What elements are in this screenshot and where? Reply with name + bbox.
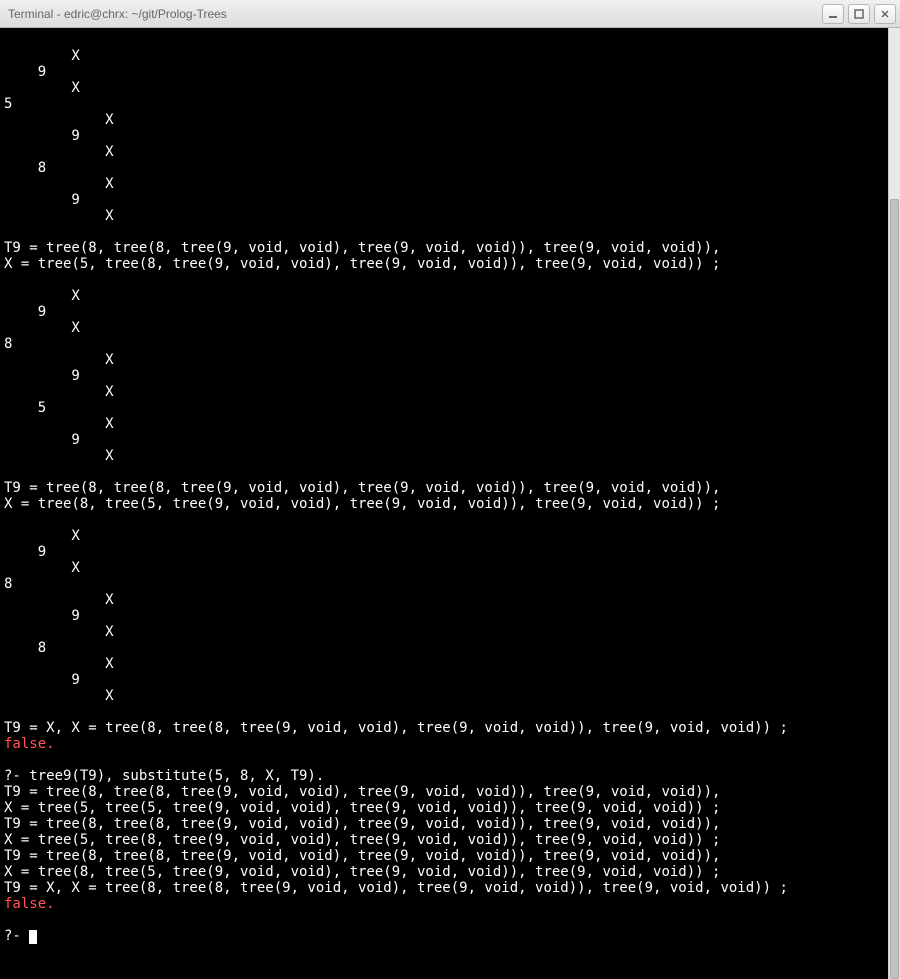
scroll-thumb[interactable] — [890, 199, 899, 979]
maximize-button[interactable] — [848, 4, 870, 24]
terminal-window: Terminal - edric@chrx: ~/git/Prolog-Tree… — [0, 0, 900, 979]
scrollbar[interactable] — [888, 28, 900, 979]
close-button[interactable] — [874, 4, 896, 24]
minimize-icon — [827, 8, 839, 20]
minimize-button[interactable] — [822, 4, 844, 24]
close-icon — [879, 8, 891, 20]
terminal-body-wrap: X 9 X 5 X 9 X 8 X 9 X T9 = tree(8, tree(… — [0, 28, 900, 979]
terminal-output[interactable]: X 9 X 5 X 9 X 8 X 9 X T9 = tree(8, tree(… — [0, 28, 888, 979]
titlebar[interactable]: Terminal - edric@chrx: ~/git/Prolog-Tree… — [0, 0, 900, 28]
cursor — [29, 930, 37, 944]
maximize-icon — [853, 8, 865, 20]
window-buttons — [822, 4, 896, 24]
window-title: Terminal - edric@chrx: ~/git/Prolog-Tree… — [8, 7, 822, 21]
